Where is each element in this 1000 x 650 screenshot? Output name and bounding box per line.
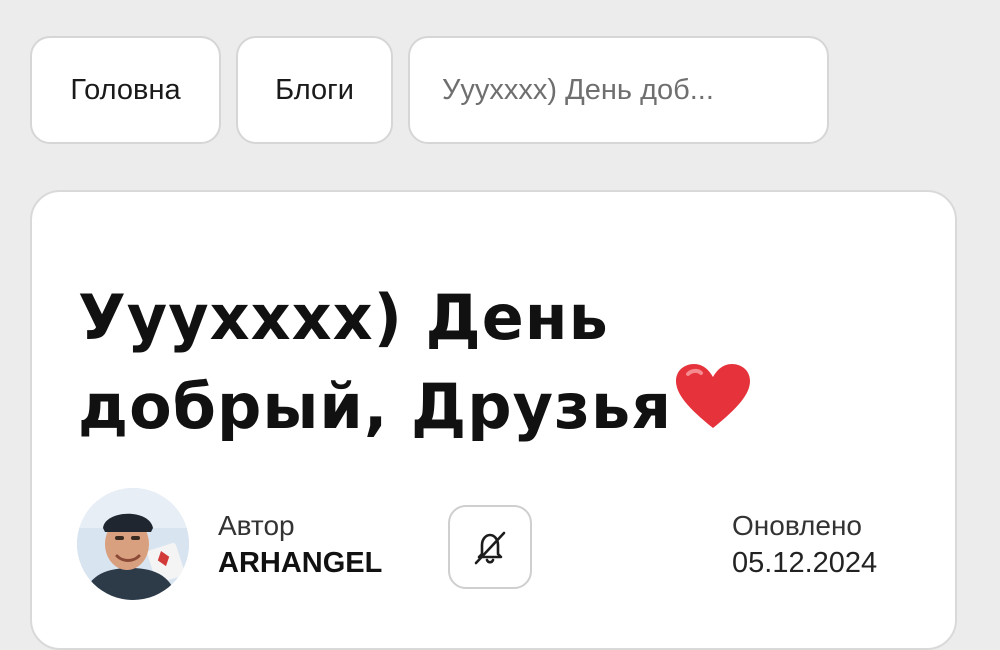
author-avatar[interactable] [77, 488, 189, 600]
author-name-link[interactable]: ARHANGEL [218, 547, 382, 580]
updated-label: Оновлено [732, 510, 862, 541]
subscribe-button[interactable] [448, 505, 532, 589]
breadcrumb-home[interactable]: Головна [30, 36, 221, 144]
post-title-text: Ууухххх) День добрый, Друзья [78, 281, 673, 443]
bell-off-icon [474, 531, 506, 565]
breadcrumb-current-label: Ууухххх) День доб... [442, 73, 714, 106]
breadcrumb-current-post[interactable]: Ууухххх) День доб... [408, 36, 829, 144]
breadcrumb-blogs-label: Блоги [275, 73, 354, 106]
post-card: Ууухххх) День добрый, Друзья Автор ARHAN… [30, 190, 957, 650]
breadcrumb-home-label: Головна [70, 73, 181, 106]
author-label: Автор [218, 510, 295, 541]
breadcrumb-blogs[interactable]: Блоги [236, 36, 393, 144]
heart-emoji-icon [674, 362, 752, 455]
updated-date: 05.12.2024 [732, 547, 878, 579]
post-title: Ууухххх) День добрый, Друзья [78, 274, 838, 455]
